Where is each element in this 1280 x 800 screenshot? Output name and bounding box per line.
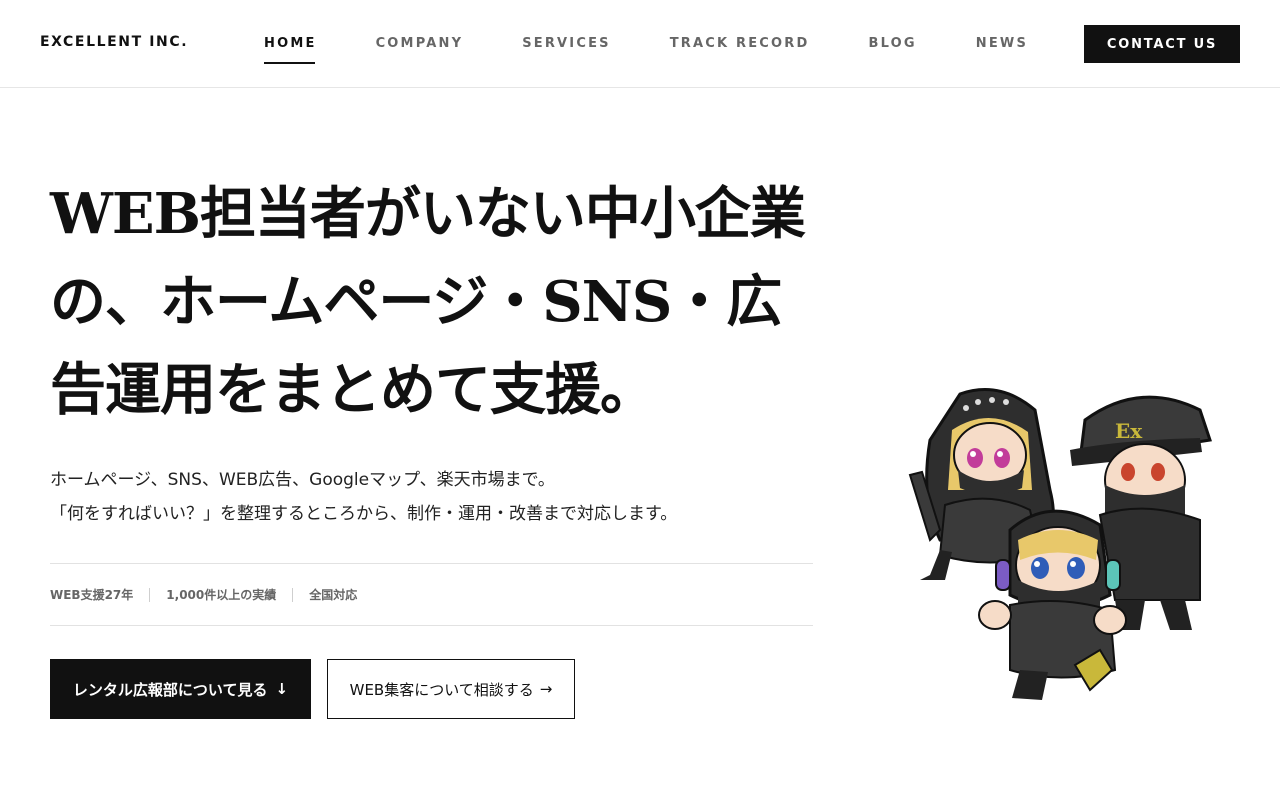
nav-item-track-record[interactable]: TRACK RECORD [670, 36, 810, 64]
stat-track-record: 1,000件以上の実績 [149, 587, 292, 602]
nav-item-news[interactable]: NEWS [976, 36, 1028, 64]
ninja-characters-illustration: Ex [908, 388, 1212, 700]
logo[interactable]: EXCELLENT INC. [40, 34, 188, 50]
hero-description-line: ホームページ、SNS、WEB広告、Googleマップ、楽天市場まで。 [50, 470, 555, 490]
hero-title-line: 告運用をまとめて支援。 [50, 357, 656, 423]
nav-item-home[interactable]: HOME [264, 36, 317, 64]
stats-bar: WEB支援27年 1,000件以上の実績 全国対応 [50, 563, 813, 626]
hero-title-line: WEB担当者がいない中小企業 [50, 181, 806, 247]
nav-item-services[interactable]: SERVICES [522, 36, 611, 64]
nav-item-blog[interactable]: BLOG [869, 36, 917, 64]
rental-pr-button[interactable]: レンタル広報部について見る ↓ [50, 659, 311, 719]
hero-description-line: 「何をすればいい？」を整理するところから、制作・運用・改善まで対応します。 [50, 504, 678, 524]
stat-coverage: 全国対応 [292, 587, 373, 602]
rental-pr-button-label: レンタル広報部について見る [72, 680, 268, 699]
consult-button-label: WEB集客について相談する [349, 680, 534, 699]
hero-description: ホームページ、SNS、WEB広告、Googleマップ、楽天市場まで。 「何をすれ… [50, 463, 810, 531]
site-header: EXCELLENT INC. HOME COMPANY SERVICES TRA… [0, 0, 1280, 88]
consult-button[interactable]: WEB集客について相談する → [327, 659, 575, 719]
cap-badge: Ex [1115, 419, 1143, 443]
arrow-right-icon: → [539, 680, 553, 698]
hero-title: WEB担当者がいない中小企業 の、ホームページ・SNS・広 告運用をまとめて支援… [50, 170, 830, 434]
nav-item-company[interactable]: COMPANY [376, 36, 464, 64]
hero-title-line: の、ホームページ・SNS・広 [50, 269, 782, 335]
contact-us-button[interactable]: CONTACT US [1084, 25, 1240, 63]
stat-years: WEB支援27年 [50, 587, 134, 602]
main-nav: HOME COMPANY SERVICES TRACK RECORD BLOG … [264, 36, 1087, 66]
arrow-down-icon: ↓ [275, 680, 289, 698]
